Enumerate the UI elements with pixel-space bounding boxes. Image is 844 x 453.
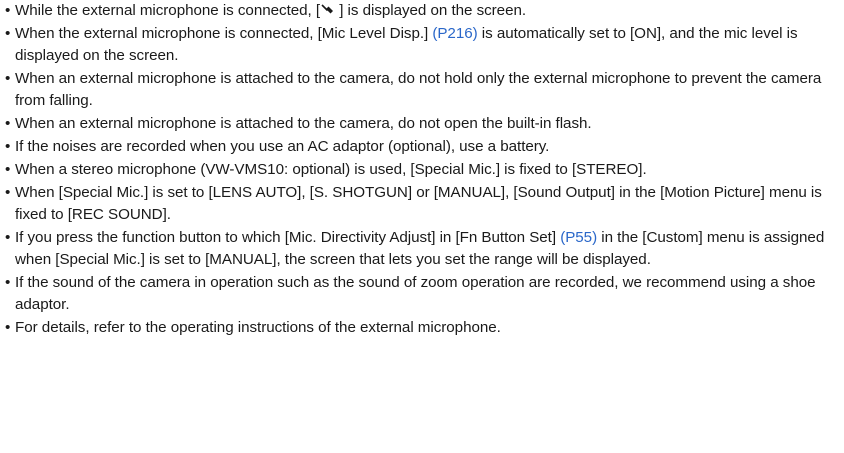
note-text: If you press the function button to whic… [15,229,561,246]
note-text: When an external microphone is attached … [15,115,592,132]
note-text: When the external microphone is connecte… [15,25,433,42]
bullet: • [5,319,11,336]
note-text: When a stereo microphone (VW-VMS10: opti… [15,161,647,178]
note-text: If the noises are recorded when you use … [15,138,550,155]
bullet: • [5,274,11,291]
page-ref-link-p55[interactable]: (P55) [560,229,597,246]
bullet: • [5,115,11,132]
note-text: While the external microphone is connect… [15,2,321,19]
note-text: For details, refer to the operating inst… [15,319,501,336]
note-item: • When [Special Mic.] is set to [LENS AU… [0,182,844,226]
bullet: • [5,184,11,201]
note-item: • While the external microphone is conne… [0,0,844,22]
note-item: • If you press the function button to wh… [0,227,844,271]
note-item: • If the sound of the camera in operatio… [0,272,844,316]
bullet: • [5,161,11,178]
bullet: • [5,138,11,155]
note-text: If the sound of the camera in operation … [15,274,816,313]
bullet: • [5,2,11,19]
note-text: When [Special Mic.] is set to [LENS AUTO… [15,184,822,223]
note-item: • When the external microphone is connec… [0,23,844,67]
note-item: • When an external microphone is attache… [0,68,844,112]
note-text: ] is displayed on the screen. [335,2,527,19]
bullet: • [5,25,11,42]
note-item: • For details, refer to the operating in… [0,317,844,339]
note-item: • When a stereo microphone (VW-VMS10: op… [0,159,844,181]
note-item: • When an external microphone is attache… [0,113,844,135]
notes-list: • While the external microphone is conne… [0,0,844,340]
bullet: • [5,70,11,87]
note-text: When an external microphone is attached … [15,70,822,109]
page-ref-link-p216[interactable]: (P216) [432,25,477,42]
external-microphone-icon [321,4,334,14]
bullet: • [5,229,11,246]
note-item: • If the noises are recorded when you us… [0,136,844,158]
